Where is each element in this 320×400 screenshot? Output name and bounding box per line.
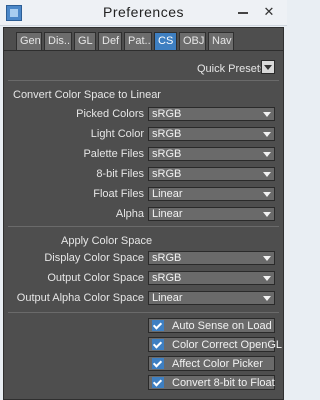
close-button[interactable]: ✕ <box>258 2 280 22</box>
chevron-down-icon <box>263 256 271 261</box>
output-alpha-color-space-select[interactable]: Linear <box>148 291 275 305</box>
auto-sense-on-load-checkbox[interactable]: Auto Sense on Load <box>148 318 275 333</box>
divider <box>8 226 279 227</box>
affect-color-picker-checkbox[interactable]: Affect Color Picker <box>148 356 275 371</box>
chevron-down-icon <box>263 192 271 197</box>
tab-bar: Gen Dis... GL Def Pat... CS OBJ Nav <box>16 32 236 50</box>
alpha-label: Alpha <box>115 208 144 220</box>
picked-colors-label: Picked Colors <box>76 108 144 120</box>
tab-gen[interactable]: Gen <box>16 32 42 50</box>
tab-paths[interactable]: Pat... <box>124 32 152 50</box>
convert-8bit-to-float-checkbox[interactable]: Convert 8-bit to Float <box>148 375 275 390</box>
checkmark-icon <box>152 320 164 331</box>
title-bar: Preferences ✕ <box>0 0 287 26</box>
select-value: Linear <box>152 208 183 220</box>
preferences-panel: Gen Dis... GL Def Pat... CS OBJ Nav Quic… <box>3 27 284 400</box>
checkbox-label: Affect Color Picker <box>172 358 263 370</box>
picked-colors-select[interactable]: sRGB <box>148 107 275 121</box>
chevron-down-icon <box>263 296 271 301</box>
palette-files-label: Palette Files <box>83 148 144 160</box>
8bit-files-select[interactable]: sRGB <box>148 167 275 181</box>
tab-nav[interactable]: Nav <box>208 32 234 50</box>
checkmark-icon <box>152 377 164 388</box>
tab-display[interactable]: Dis... <box>44 32 72 50</box>
alpha-select[interactable]: Linear <box>148 207 275 221</box>
tab-def[interactable]: Def <box>98 32 122 50</box>
chevron-down-icon <box>263 132 271 137</box>
output-color-space-label: Output Color Space <box>47 272 144 284</box>
display-color-space-select[interactable]: sRGB <box>148 251 275 265</box>
apply-section-title: Apply Color Space <box>61 235 153 247</box>
output-color-space-select[interactable]: sRGB <box>148 271 275 285</box>
float-files-select[interactable]: Linear <box>148 187 275 201</box>
chevron-down-icon <box>263 152 271 157</box>
checkmark-icon <box>152 339 164 350</box>
display-color-space-label: Display Color Space <box>44 252 144 264</box>
select-value: sRGB <box>152 272 182 284</box>
color-correct-opengl-checkbox[interactable]: Color Correct OpenGL <box>148 337 282 352</box>
select-value: Linear <box>152 188 183 200</box>
light-color-select[interactable]: sRGB <box>148 127 275 141</box>
output-alpha-color-space-label: Output Alpha Color Space <box>16 292 144 304</box>
float-files-label: Float Files <box>93 188 144 200</box>
select-value: sRGB <box>152 168 182 180</box>
tab-gl[interactable]: GL <box>74 32 96 50</box>
checkbox-label: Auto Sense on Load <box>172 320 272 332</box>
checkbox-label: Color Correct OpenGL <box>172 339 283 351</box>
select-value: sRGB <box>152 252 182 264</box>
convert-section-title: Convert Color Space to Linear <box>13 89 161 101</box>
checkmark-icon <box>152 358 164 369</box>
divider <box>8 80 279 81</box>
divider <box>8 312 279 313</box>
chevron-down-icon <box>263 172 271 177</box>
select-value: sRGB <box>152 128 182 140</box>
select-value: Linear <box>152 292 183 304</box>
8bit-files-label: 8-bit Files <box>96 168 144 180</box>
chevron-down-icon <box>263 276 271 281</box>
minimize-button[interactable] <box>232 2 254 22</box>
tab-cs[interactable]: CS <box>154 32 177 50</box>
chevron-down-icon <box>263 112 271 117</box>
tab-divider <box>4 50 283 51</box>
checkbox-label: Convert 8-bit to Float <box>172 377 275 389</box>
quick-presets-dropdown-button[interactable] <box>261 60 275 74</box>
light-color-label: Light Color <box>90 128 144 140</box>
tab-obj[interactable]: OBJ <box>179 32 206 50</box>
select-value: sRGB <box>152 148 182 160</box>
select-value: sRGB <box>152 108 182 120</box>
palette-files-select[interactable]: sRGB <box>148 147 275 161</box>
quick-presets-label: Quick Presets <box>197 63 266 75</box>
chevron-down-icon <box>263 212 271 217</box>
